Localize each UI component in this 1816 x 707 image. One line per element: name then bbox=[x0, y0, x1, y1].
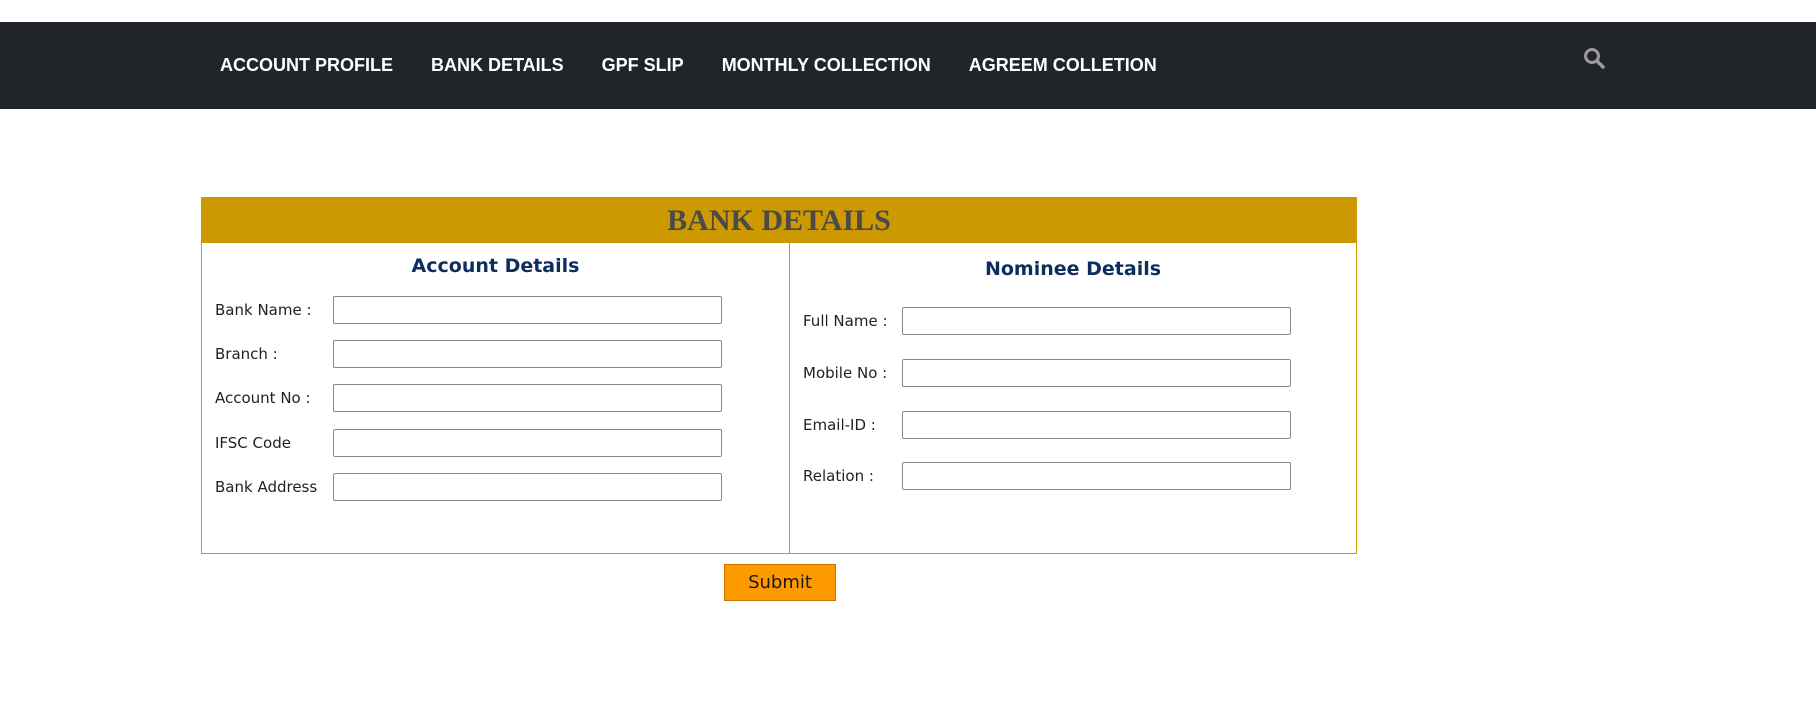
email-id-row: Email-ID : bbox=[803, 410, 1291, 440]
branch-label: Branch : bbox=[215, 345, 278, 363]
nav-item-gpf-slip[interactable]: GPF SLIP bbox=[602, 55, 684, 76]
relation-row: Relation : bbox=[803, 461, 1291, 491]
mobile-no-label: Mobile No : bbox=[803, 364, 888, 382]
panel-title: BANK DETAILS bbox=[202, 198, 1356, 243]
bank-address-input[interactable] bbox=[333, 473, 722, 501]
account-details-section: Account Details Bank Name : Branch : Acc… bbox=[202, 243, 790, 553]
account-no-row: Account No : bbox=[215, 383, 722, 413]
bank-address-label: Bank Address bbox=[215, 478, 318, 496]
ifsc-code-input[interactable] bbox=[333, 429, 722, 457]
top-navbar: ACCOUNT PROFILE BANK DETAILS GPF SLIP MO… bbox=[0, 22, 1816, 109]
bank-name-row: Bank Name : bbox=[215, 295, 722, 325]
nav-item-account-profile[interactable]: ACCOUNT PROFILE bbox=[220, 55, 393, 76]
search-icon[interactable] bbox=[1582, 46, 1606, 70]
ifsc-code-row: IFSC Code bbox=[215, 428, 722, 458]
mobile-no-input[interactable] bbox=[902, 359, 1291, 387]
nominee-details-section: Nominee Details Full Name : Mobile No : … bbox=[790, 243, 1356, 553]
full-name-label: Full Name : bbox=[803, 312, 888, 330]
branch-row: Branch : bbox=[215, 339, 722, 369]
account-details-title: Account Details bbox=[411, 255, 580, 277]
submit-button[interactable]: Submit bbox=[724, 564, 836, 601]
nav-item-monthly-collection[interactable]: MONTHLY COLLECTION bbox=[722, 55, 931, 76]
nav-item-agreem-collection[interactable]: AGREEM COLLETION bbox=[969, 55, 1157, 76]
email-id-label: Email-ID : bbox=[803, 416, 876, 434]
email-id-input[interactable] bbox=[902, 411, 1291, 439]
nav-item-bank-details[interactable]: BANK DETAILS bbox=[431, 55, 564, 76]
ifsc-code-label: IFSC Code bbox=[215, 434, 291, 452]
account-no-label: Account No : bbox=[215, 389, 311, 407]
account-no-input[interactable] bbox=[333, 384, 722, 412]
full-name-input[interactable] bbox=[902, 307, 1291, 335]
bank-name-label: Bank Name : bbox=[215, 301, 312, 319]
bank-details-panel: BANK DETAILS Account Details Bank Name :… bbox=[201, 197, 1357, 554]
bank-name-input[interactable] bbox=[333, 296, 722, 324]
nav-menu: ACCOUNT PROFILE BANK DETAILS GPF SLIP MO… bbox=[220, 22, 1195, 109]
mobile-no-row: Mobile No : bbox=[803, 358, 1291, 388]
relation-label: Relation : bbox=[803, 467, 874, 485]
branch-input[interactable] bbox=[333, 340, 722, 368]
full-name-row: Full Name : bbox=[803, 306, 1291, 336]
nominee-details-title: Nominee Details bbox=[984, 258, 1162, 280]
relation-input[interactable] bbox=[902, 462, 1291, 490]
bank-address-row: Bank Address bbox=[215, 472, 722, 502]
